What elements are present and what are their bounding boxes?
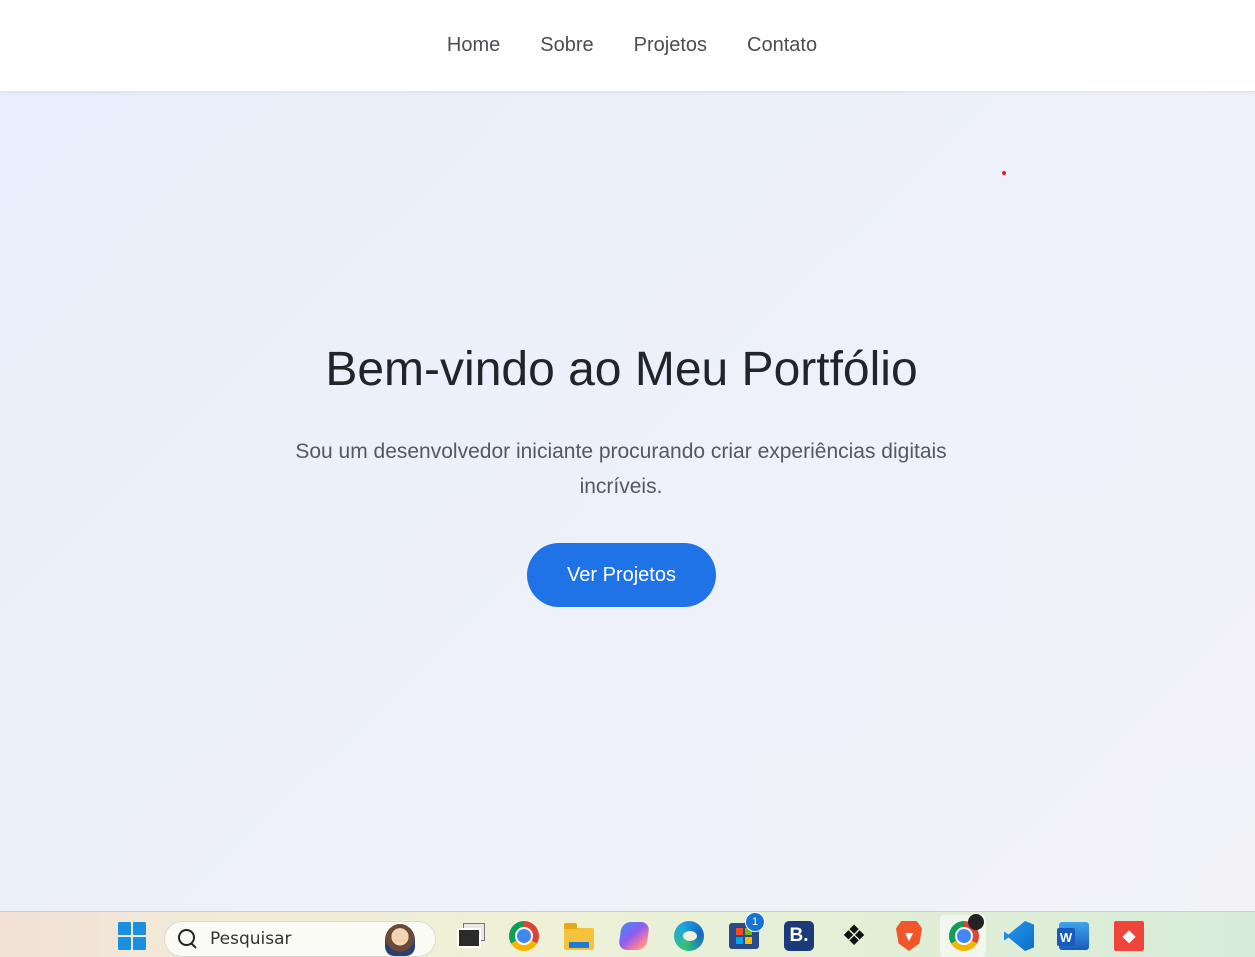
store-notification-badge: 1	[745, 912, 765, 932]
search-highlight-image	[385, 924, 415, 956]
vscode-icon[interactable]	[1001, 918, 1037, 954]
taskbar-search-box[interactable]: Pesquisar	[164, 921, 436, 957]
booking-icon[interactable]: B.	[781, 918, 817, 954]
word-icon[interactable]	[1056, 918, 1092, 954]
view-projects-button[interactable]: Ver Projetos	[527, 543, 716, 607]
edge-icon[interactable]	[671, 918, 707, 954]
nav-link-home[interactable]: Home	[447, 34, 500, 57]
anydesk-icon[interactable]: ◆	[1111, 918, 1147, 954]
browser-page: Home Sobre Projetos Contato Bem-vindo ao…	[0, 0, 1255, 957]
profile-avatar-badge	[968, 914, 984, 930]
nav-link-sobre[interactable]: Sobre	[540, 34, 593, 57]
brave-icon[interactable]: ▼	[891, 918, 927, 954]
top-navbar: Home Sobre Projetos Contato	[0, 0, 1255, 92]
hero-title: Bem-vindo ao Meu Portfólio	[325, 343, 918, 396]
copilot-icon[interactable]	[616, 918, 652, 954]
hero-section: Bem-vindo ao Meu Portfólio Sou um desenv…	[0, 92, 1255, 911]
taskbar-search-placeholder: Pesquisar	[210, 929, 292, 949]
chrome-profile-icon[interactable]	[946, 914, 984, 954]
nav-link-projetos[interactable]: Projetos	[634, 34, 707, 57]
file-explorer-icon[interactable]	[561, 918, 597, 954]
search-icon	[178, 929, 198, 949]
windows-taskbar: Pesquisar 1 B. ❖ ▼ ◆	[0, 911, 1255, 957]
task-view-icon[interactable]	[451, 918, 487, 954]
chrome-icon[interactable]	[506, 918, 542, 954]
windows-start-icon[interactable]	[114, 918, 150, 954]
dropbox-icon[interactable]: ❖	[836, 918, 872, 954]
hero-subtitle: Sou um desenvolvedor iniciante procurand…	[295, 440, 947, 498]
cursor-dot	[1002, 171, 1006, 175]
microsoft-store-icon[interactable]: 1	[726, 912, 765, 954]
nav-link-contato[interactable]: Contato	[747, 34, 817, 57]
nav-list: Home Sobre Projetos Contato	[438, 34, 817, 57]
